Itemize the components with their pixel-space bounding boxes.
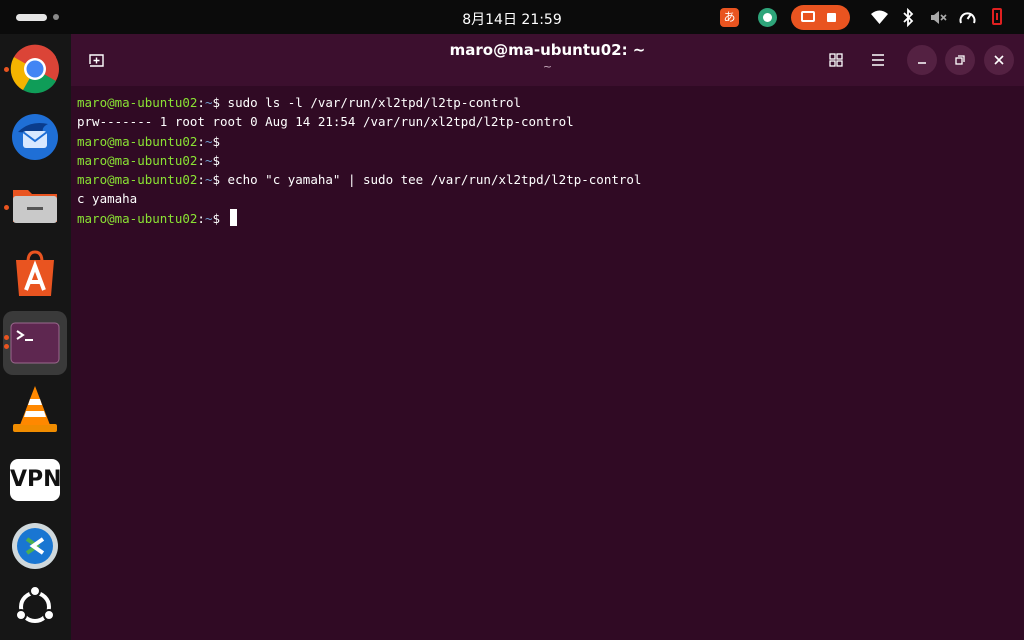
screen-share-indicator[interactable] [791, 5, 850, 30]
terminal-line: prw------- 1 root root 0 Aug 14 21:54 /v… [77, 112, 641, 131]
prompt-separator: : [197, 133, 205, 149]
terminal-icon[interactable] [10, 318, 60, 368]
terminal-content[interactable]: maro@ma-ubuntu02:~$ sudo ls -l /var/run/… [77, 93, 641, 228]
command-text: echo "c yamaha" | sudo tee /var/run/xl2t… [220, 172, 642, 188]
ubuntu-icon[interactable] [10, 582, 60, 632]
prompt-separator: : [197, 152, 205, 168]
prompt-dollar: $ [212, 210, 221, 226]
terminal-line: maro@ma-ubuntu02:~$ [77, 151, 641, 170]
input-method-icon[interactable]: あ [720, 8, 739, 27]
vpn-icon[interactable]: VPN [10, 459, 62, 501]
prompt-dollar: $ [212, 133, 221, 149]
top-bar: 8月14日 21:59 あ [0, 0, 1024, 34]
volume-muted-icon[interactable] [929, 8, 948, 27]
prompt-dollar: $ [212, 152, 221, 168]
stop-icon[interactable] [827, 13, 836, 22]
text-cursor [229, 208, 237, 226]
minimize-icon [918, 62, 926, 64]
prompt-separator: : [197, 172, 205, 188]
thunderbird-icon[interactable] [10, 112, 60, 162]
minimize-button[interactable] [907, 45, 937, 75]
titlebar: maro@ma-ubuntu02: ~ ~ [71, 34, 1024, 86]
terminal-line: maro@ma-ubuntu02:~$ [77, 132, 641, 151]
app-center-icon[interactable] [10, 248, 60, 298]
prompt-user-host: maro@ma-ubuntu02 [77, 133, 198, 149]
prompt-separator: : [197, 95, 205, 110]
terminal-window: maro@ma-ubuntu02: ~ ~ maro@ma-ubuntu02:~… [71, 34, 1024, 640]
running-indicator [4, 67, 9, 72]
terminal-line: maro@ma-ubuntu02:~$ [77, 208, 641, 228]
files-icon[interactable] [10, 180, 60, 230]
wifi-icon[interactable] [870, 8, 889, 27]
running-indicator [4, 344, 9, 349]
running-indicator [4, 335, 9, 340]
close-icon [994, 55, 1004, 65]
app-indicator-icon[interactable] [758, 8, 777, 27]
prompt-user-host: maro@ma-ubuntu02 [77, 95, 198, 110]
close-button[interactable] [984, 45, 1014, 75]
prompt-user-host: maro@ma-ubuntu02 [77, 172, 198, 188]
remote-desktop-icon[interactable] [10, 521, 60, 571]
vpn-label: VPN [10, 467, 62, 492]
restore-button[interactable] [945, 45, 975, 75]
running-indicator [4, 205, 9, 210]
chrome-icon[interactable] [10, 44, 60, 94]
command-text: sudo ls -l /var/run/xl2tpd/l2tp-control [220, 95, 522, 110]
dock: VPN [0, 34, 71, 640]
prompt-dollar: $ [212, 172, 221, 188]
command-output: c yamaha [77, 191, 138, 207]
screen-cast-icon [801, 11, 815, 22]
restore-icon [955, 55, 965, 65]
battery-low-icon[interactable] [992, 8, 1002, 25]
bluetooth-icon[interactable] [899, 8, 918, 27]
tab-overview-icon[interactable] [821, 45, 851, 75]
command-output: prw------- 1 root root 0 Aug 14 21:54 /v… [77, 114, 574, 130]
prompt-user-host: maro@ma-ubuntu02 [77, 152, 198, 168]
prompt-user-host: maro@ma-ubuntu02 [77, 210, 198, 226]
command-text [220, 211, 228, 226]
prompt-separator: : [197, 210, 205, 226]
terminal-line: maro@ma-ubuntu02:~$ echo "c yamaha" | su… [77, 170, 641, 189]
menu-icon[interactable] [863, 45, 893, 75]
terminal-line: maro@ma-ubuntu02:~$ sudo ls -l /var/run/… [77, 93, 641, 112]
terminal-line: c yamaha [77, 189, 641, 208]
power-mode-icon[interactable] [958, 8, 977, 27]
prompt-dollar: $ [212, 95, 221, 110]
vlc-icon[interactable] [10, 384, 60, 434]
